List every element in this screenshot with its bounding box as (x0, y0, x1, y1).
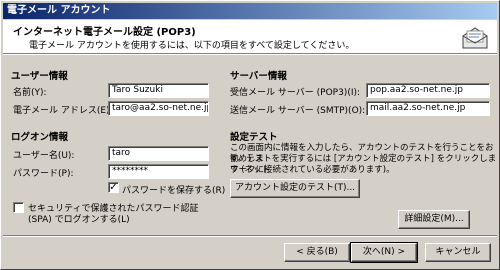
account-dialog: 電子メール アカウント インターネット電子メール設定 (POP3) 電子メール … (0, 0, 500, 270)
header-title: インターネット電子メール設定 (POP3) (13, 27, 196, 38)
test-account-button[interactable]: アカウント設定のテスト(T)... (230, 179, 360, 198)
next-button[interactable]: 次へ(N) > (350, 242, 418, 263)
advanced-settings-button[interactable]: 詳細設定(M)... (398, 210, 470, 229)
title-bar: 電子メール アカウント (3, 3, 497, 19)
password-field[interactable]: ******** (108, 164, 209, 179)
mail-envelope-icon (462, 27, 488, 49)
name-label: 名前(Y): (13, 88, 47, 98)
email-label: 電子メール アドレス(E): (13, 106, 113, 116)
username-field[interactable]: taro (108, 146, 209, 161)
password-label: パスワード(P): (13, 169, 74, 179)
name-field[interactable]: Taro Suzuki (108, 83, 209, 98)
incoming-server-label: 受信メール サーバー (POP3)(I): (230, 88, 361, 98)
user-info-heading: ユーザー情報 (11, 71, 68, 82)
header-divider (3, 53, 497, 55)
cancel-button[interactable]: キャンセル (425, 243, 491, 262)
remember-password-checkbox[interactable]: ✓ (108, 182, 119, 193)
footer-divider (3, 235, 497, 237)
spa-checkbox[interactable] (13, 202, 24, 213)
test-heading: 設定テスト (230, 132, 278, 143)
dialog-header: インターネット電子メール設定 (POP3) 電子メール アカウントを使用するには… (3, 20, 497, 53)
outgoing-server-label: 送信メール サーバー (SMTP)(O): (230, 106, 366, 116)
server-info-heading: サーバー情報 (230, 71, 287, 82)
test-text-line3: ワークに接続されている必要があります)。 (230, 165, 395, 175)
outgoing-server-field[interactable]: mail.aa2.so-net.ne.jp (366, 101, 490, 116)
back-button[interactable]: < 戻る(B) (284, 243, 350, 262)
spa-label-line2: (SPA) でログオンする(L) (28, 215, 130, 225)
email-field[interactable]: taro@aa2.so-net.ne.jp (108, 101, 209, 116)
check-mark-icon: ✓ (109, 182, 118, 193)
header-description: 電子メール アカウントを使用するには、以下の項目をすべて設定してください。 (29, 41, 355, 51)
remember-password-label: パスワードを保存する(R) (122, 186, 226, 196)
incoming-server-field[interactable]: pop.aa2.so-net.ne.jp (366, 83, 490, 98)
login-info-heading: ログオン情報 (11, 132, 69, 143)
username-label: ユーザー名(U): (13, 151, 75, 161)
